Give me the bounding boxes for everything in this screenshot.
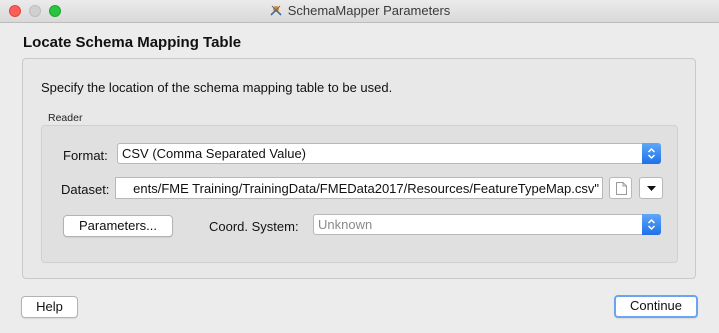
chevron-updown-icon[interactable]: [642, 214, 661, 235]
description-text: Specify the location of the schema mappi…: [41, 80, 393, 95]
reader-group-label: Reader: [48, 112, 83, 124]
main-panel: Specify the location of the schema mappi…: [22, 58, 696, 279]
continue-button[interactable]: Continue: [614, 295, 698, 318]
schemamapper-icon: [270, 5, 282, 16]
format-value: CSV (Comma Separated Value): [122, 146, 307, 161]
help-button[interactable]: Help: [21, 296, 78, 318]
coord-system-dropdown[interactable]: Unknown: [313, 214, 661, 235]
dataset-field[interactable]: ents/FME Training/TrainingData/FMEData20…: [115, 177, 603, 199]
coord-system-value: Unknown: [318, 217, 373, 232]
title-bar: SchemaMapper Parameters: [0, 0, 719, 23]
parameters-button[interactable]: Parameters...: [63, 215, 173, 237]
browse-file-button[interactable]: [609, 177, 632, 199]
window-title-text: SchemaMapper Parameters: [287, 3, 451, 18]
chevron-updown-icon[interactable]: [642, 143, 661, 164]
dialog-heading: Locate Schema Mapping Table: [23, 34, 242, 51]
reader-group: Format: CSV (Comma Separated Value) Data…: [41, 125, 678, 263]
format-label: Format:: [63, 148, 108, 163]
dataset-label: Dataset:: [61, 182, 110, 197]
format-dropdown[interactable]: CSV (Comma Separated Value): [117, 143, 661, 164]
dataset-value: ents/FME Training/TrainingData/FMEData20…: [133, 181, 599, 196]
document-icon: [616, 182, 627, 195]
dataset-options-button[interactable]: [639, 177, 663, 199]
coord-system-label: Coord. System:: [209, 219, 299, 234]
window-title: SchemaMapper Parameters: [0, 3, 719, 18]
triangle-down-icon: [647, 186, 656, 191]
